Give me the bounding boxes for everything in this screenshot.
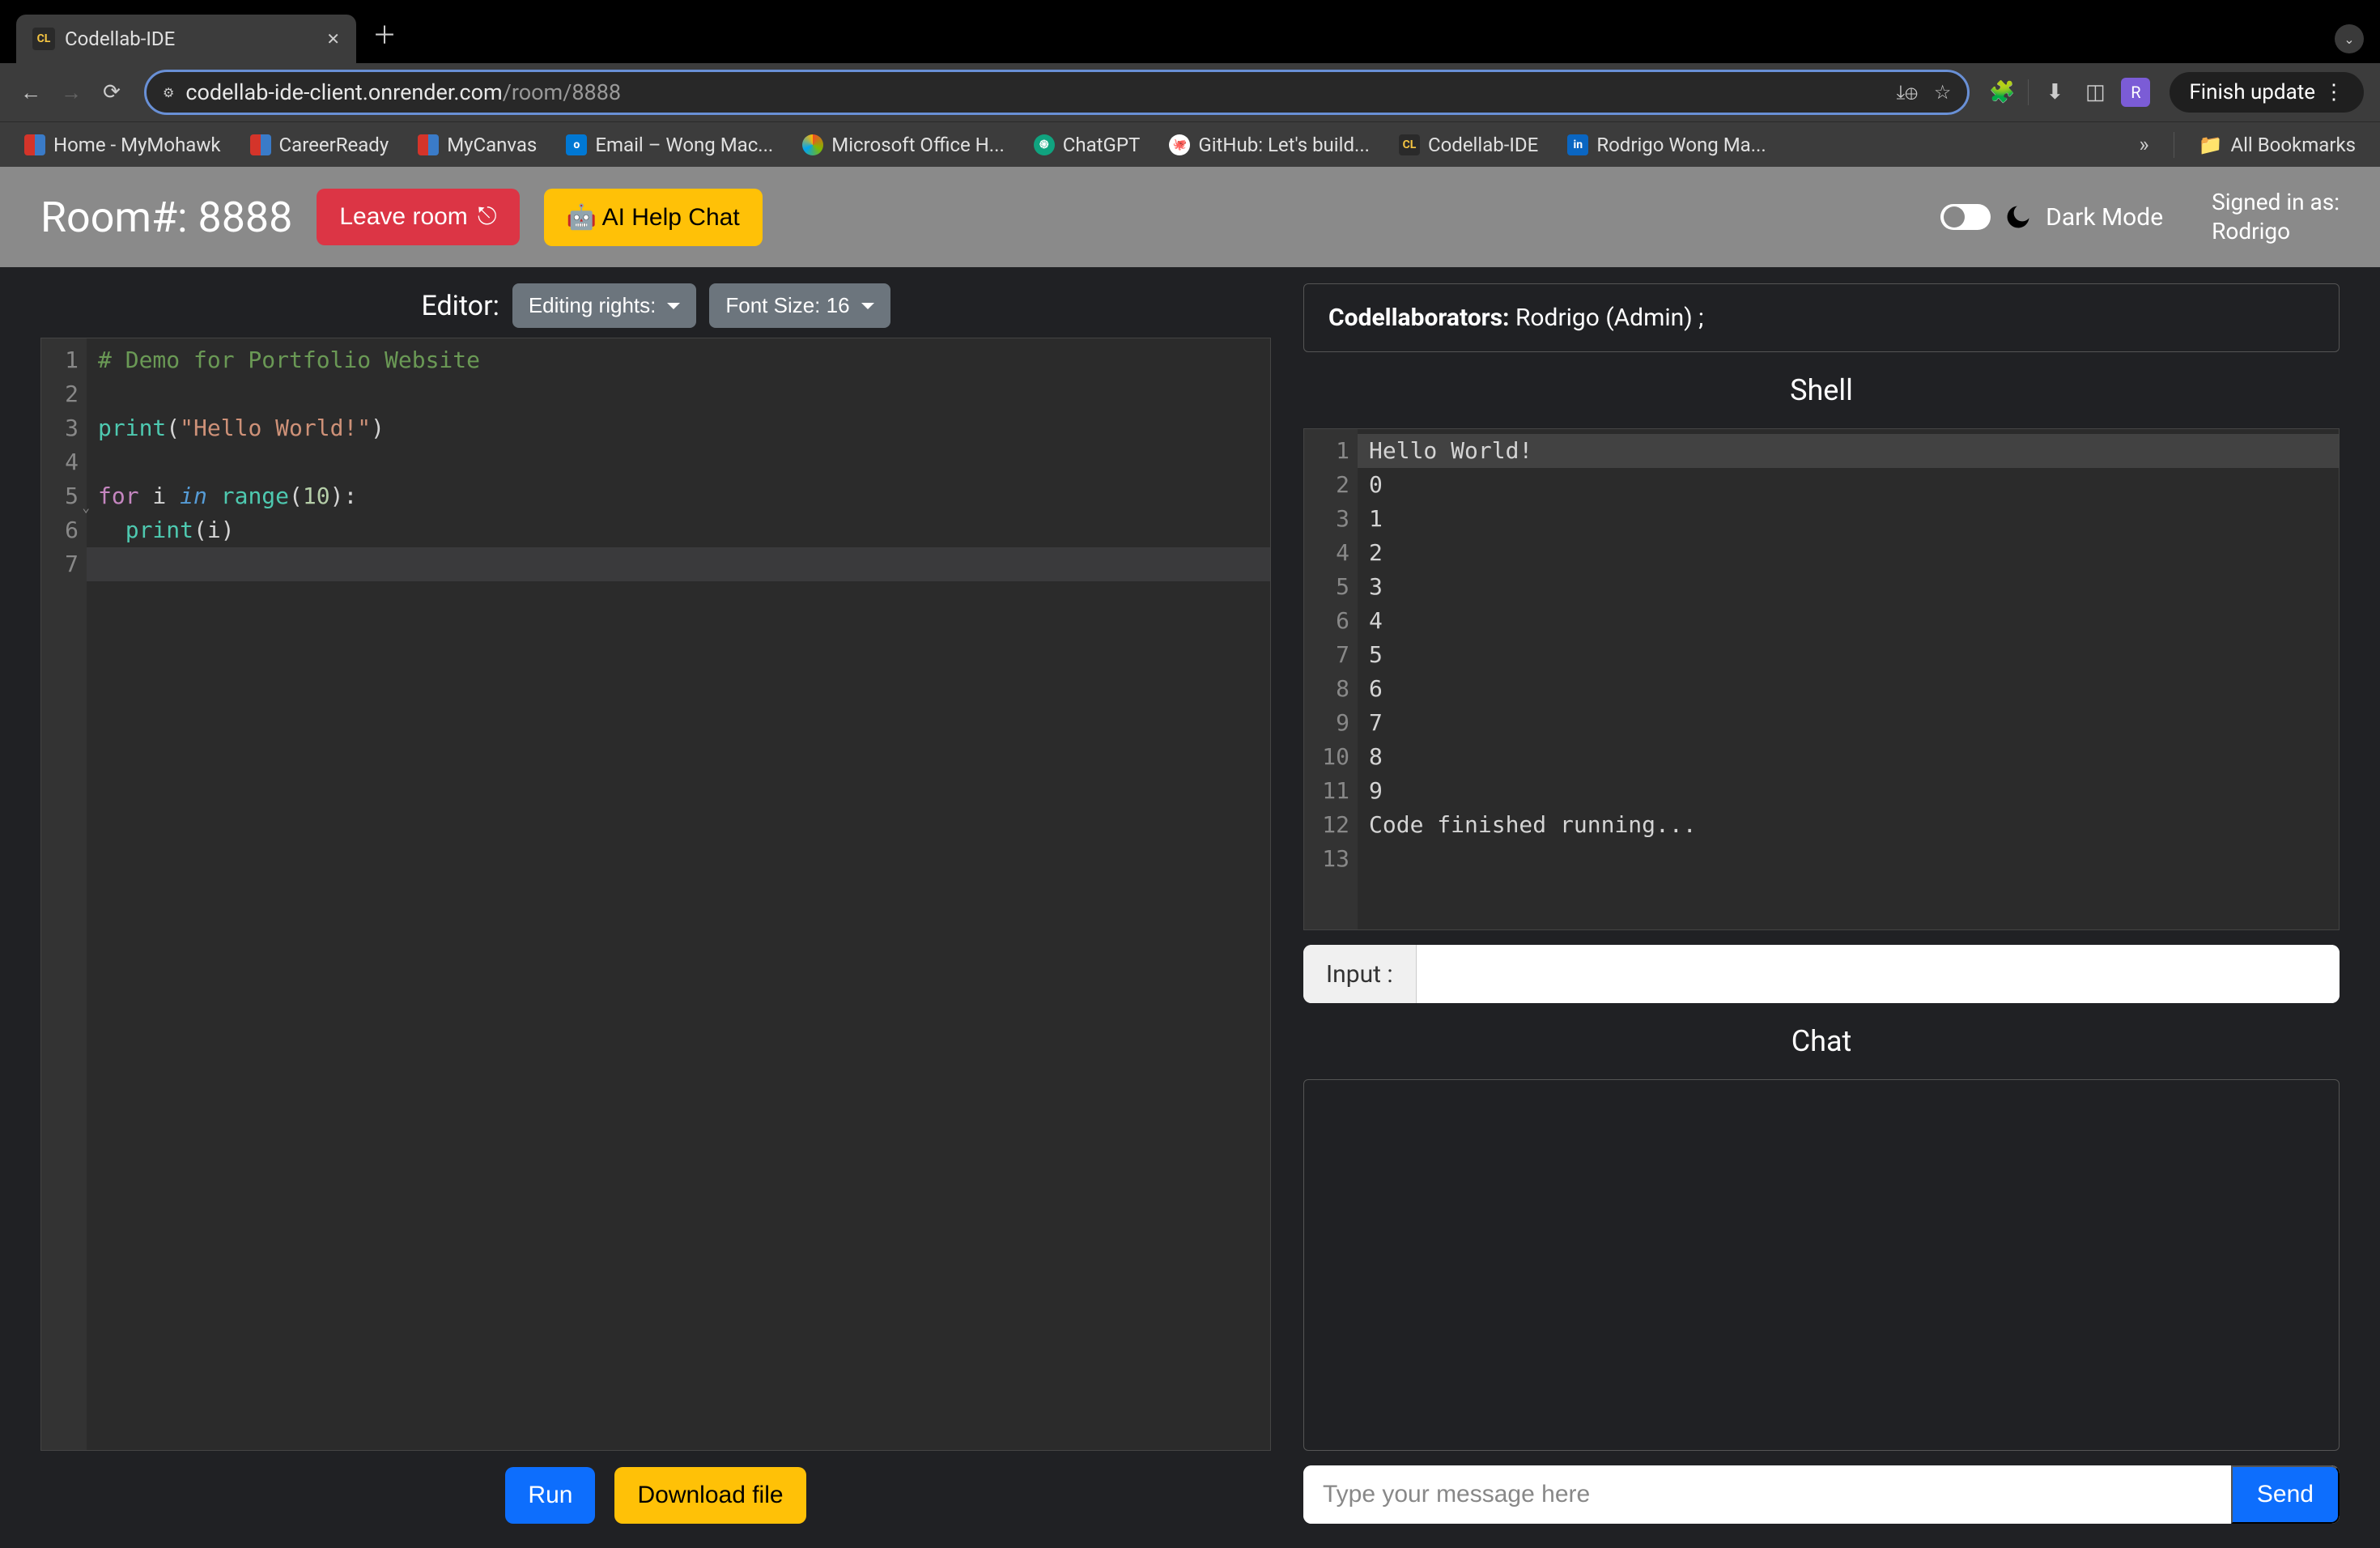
install-app-icon[interactable]: ⤓⊕ bbox=[1897, 81, 1918, 104]
finish-update-button[interactable]: Finish update ⋮ bbox=[2170, 72, 2364, 113]
chat-heading: Chat bbox=[1303, 1024, 2340, 1058]
browser-nav-bar: ← → ⟳ ⚙ codellab-ide-client.onrender.com… bbox=[0, 63, 2380, 121]
editor-content[interactable]: # Demo for Portfolio Websiteprint("Hello… bbox=[87, 338, 1270, 1450]
editor-controls: Editor: Editing rights: Font Size: 16 bbox=[40, 283, 1271, 328]
divider bbox=[2028, 79, 2029, 105]
folder-icon: 📁 bbox=[2199, 134, 2223, 156]
send-button[interactable]: Send bbox=[2231, 1465, 2340, 1524]
site-settings-icon[interactable]: ⚙ bbox=[163, 85, 174, 100]
app-body: Editor: Editing rights: Font Size: 16 12… bbox=[0, 267, 2380, 1548]
bookmarks-overflow-icon[interactable]: » bbox=[2139, 133, 2148, 157]
moon-icon bbox=[2004, 202, 2033, 232]
outlook-icon: o bbox=[566, 134, 587, 155]
code-editor[interactable]: 12345⌄67 # Demo for Portfolio Websitepri… bbox=[40, 338, 1271, 1451]
bookmark-item[interactable]: CareerReady bbox=[250, 134, 389, 156]
ai-help-chat-button[interactable]: 🤖 AI Help Chat bbox=[544, 189, 763, 246]
collaborators-panel: Codellaborators: Rodrigo (Admin) ; bbox=[1303, 283, 2340, 352]
bookmark-item[interactable]: oEmail – Wong Mac... bbox=[566, 134, 773, 156]
editor-gutter: 12345⌄67 bbox=[41, 338, 87, 1450]
dark-mode-label: Dark Mode bbox=[2046, 203, 2163, 232]
bookmark-item[interactable]: Home - MyMohawk bbox=[24, 134, 221, 156]
bookmark-item[interactable]: ֍ChatGPT bbox=[1034, 134, 1141, 156]
editor-actions: Run Download file bbox=[40, 1467, 1271, 1524]
new-tab-button[interactable]: ＋ bbox=[372, 15, 397, 51]
shell-output[interactable]: 12345678910111213 Hello World!0123456789… bbox=[1303, 428, 2340, 930]
profile-avatar[interactable]: R bbox=[2121, 78, 2150, 107]
bookmark-star-icon[interactable]: ☆ bbox=[1934, 81, 1952, 104]
editor-label: Editor: bbox=[421, 290, 499, 322]
shell-input-field[interactable] bbox=[1417, 945, 2340, 1003]
chat-input-field[interactable] bbox=[1303, 1465, 2231, 1524]
linkedin-icon: in bbox=[1567, 134, 1588, 155]
codellab-icon: CL bbox=[1399, 134, 1420, 155]
bookmark-item[interactable]: inRodrigo Wong Ma... bbox=[1567, 134, 1766, 156]
signed-in-status: Signed in as: Rodrigo bbox=[2212, 188, 2340, 247]
chat-input-row: Send bbox=[1303, 1465, 2340, 1524]
nav-reload-icon[interactable]: ⟳ bbox=[97, 80, 126, 104]
browser-tab[interactable]: CL Codellab-IDE ✕ bbox=[16, 15, 356, 63]
chevron-down-icon bbox=[667, 303, 680, 309]
chat-messages-area[interactable] bbox=[1303, 1079, 2340, 1451]
collaborators-label: Codellaborators: bbox=[1328, 304, 1510, 332]
editing-rights-dropdown[interactable]: Editing rights: bbox=[512, 283, 697, 328]
close-tab-icon[interactable]: ✕ bbox=[326, 29, 340, 49]
chevron-down-icon bbox=[861, 303, 874, 309]
right-column: Codellaborators: Rodrigo (Admin) ; Shell… bbox=[1303, 283, 2340, 1524]
bookmark-icon bbox=[250, 134, 271, 155]
exit-icon: ⎋ bbox=[478, 203, 497, 231]
url-text: codellab-ide-client.onrender.com/room/88… bbox=[185, 79, 621, 105]
bookmark-icon bbox=[418, 134, 439, 155]
extensions-icon[interactable]: 🧩 bbox=[1987, 80, 2017, 104]
github-icon: 🐙 bbox=[1169, 134, 1190, 155]
download-file-button[interactable]: Download file bbox=[614, 1467, 805, 1524]
run-button[interactable]: Run bbox=[505, 1467, 595, 1524]
leave-room-button[interactable]: Leave room ⎋ bbox=[317, 189, 519, 245]
microsoft-icon bbox=[802, 134, 823, 155]
shell-gutter: 12345678910111213 bbox=[1304, 429, 1358, 929]
tab-favicon: CL bbox=[32, 28, 55, 50]
browser-tab-strip: CL Codellab-IDE ✕ ＋ ⌄ bbox=[0, 0, 2380, 63]
tab-title: Codellab-IDE bbox=[65, 28, 317, 50]
tab-overflow-button[interactable]: ⌄ bbox=[2335, 24, 2364, 53]
all-bookmarks-button[interactable]: 📁All Bookmarks bbox=[2199, 134, 2356, 156]
url-bar[interactable]: ⚙ codellab-ide-client.onrender.com/room/… bbox=[144, 70, 1970, 115]
bookmark-item[interactable]: Microsoft Office H... bbox=[802, 134, 1005, 156]
bookmark-item[interactable]: MyCanvas bbox=[418, 134, 537, 156]
app-header: Room#: 8888 Leave room ⎋ 🤖 AI Help Chat … bbox=[0, 167, 2380, 267]
side-panel-icon[interactable]: ◫ bbox=[2080, 80, 2110, 104]
bookmark-item[interactable]: 🐙GitHub: Let's build... bbox=[1169, 134, 1370, 156]
room-title: Room#: 8888 bbox=[40, 193, 292, 242]
bookmarks-bar: Home - MyMohawk CareerReady MyCanvas oEm… bbox=[0, 121, 2380, 167]
kebab-menu-icon[interactable]: ⋮ bbox=[2323, 80, 2344, 104]
chatgpt-icon: ֍ bbox=[1034, 134, 1055, 155]
collaborators-value: Rodrigo (Admin) ; bbox=[1510, 304, 1704, 332]
downloads-icon[interactable]: ⬇ bbox=[2040, 80, 2069, 104]
nav-back-icon[interactable]: ← bbox=[16, 80, 45, 105]
dark-mode-toggle[interactable] bbox=[1940, 204, 1991, 230]
font-size-dropdown[interactable]: Font Size: 16 bbox=[709, 283, 890, 328]
editor-column: Editor: Editing rights: Font Size: 16 12… bbox=[40, 283, 1271, 1524]
nav-forward-icon: → bbox=[57, 80, 86, 105]
shell-content: Hello World!0123456789Code finished runn… bbox=[1358, 429, 2339, 929]
shell-input-label: Input : bbox=[1303, 945, 1417, 1003]
shell-input-row: Input : bbox=[1303, 945, 2340, 1003]
bookmark-item[interactable]: CLCodellab-IDE bbox=[1399, 134, 1538, 156]
bookmark-icon bbox=[24, 134, 45, 155]
shell-heading: Shell bbox=[1303, 373, 2340, 407]
